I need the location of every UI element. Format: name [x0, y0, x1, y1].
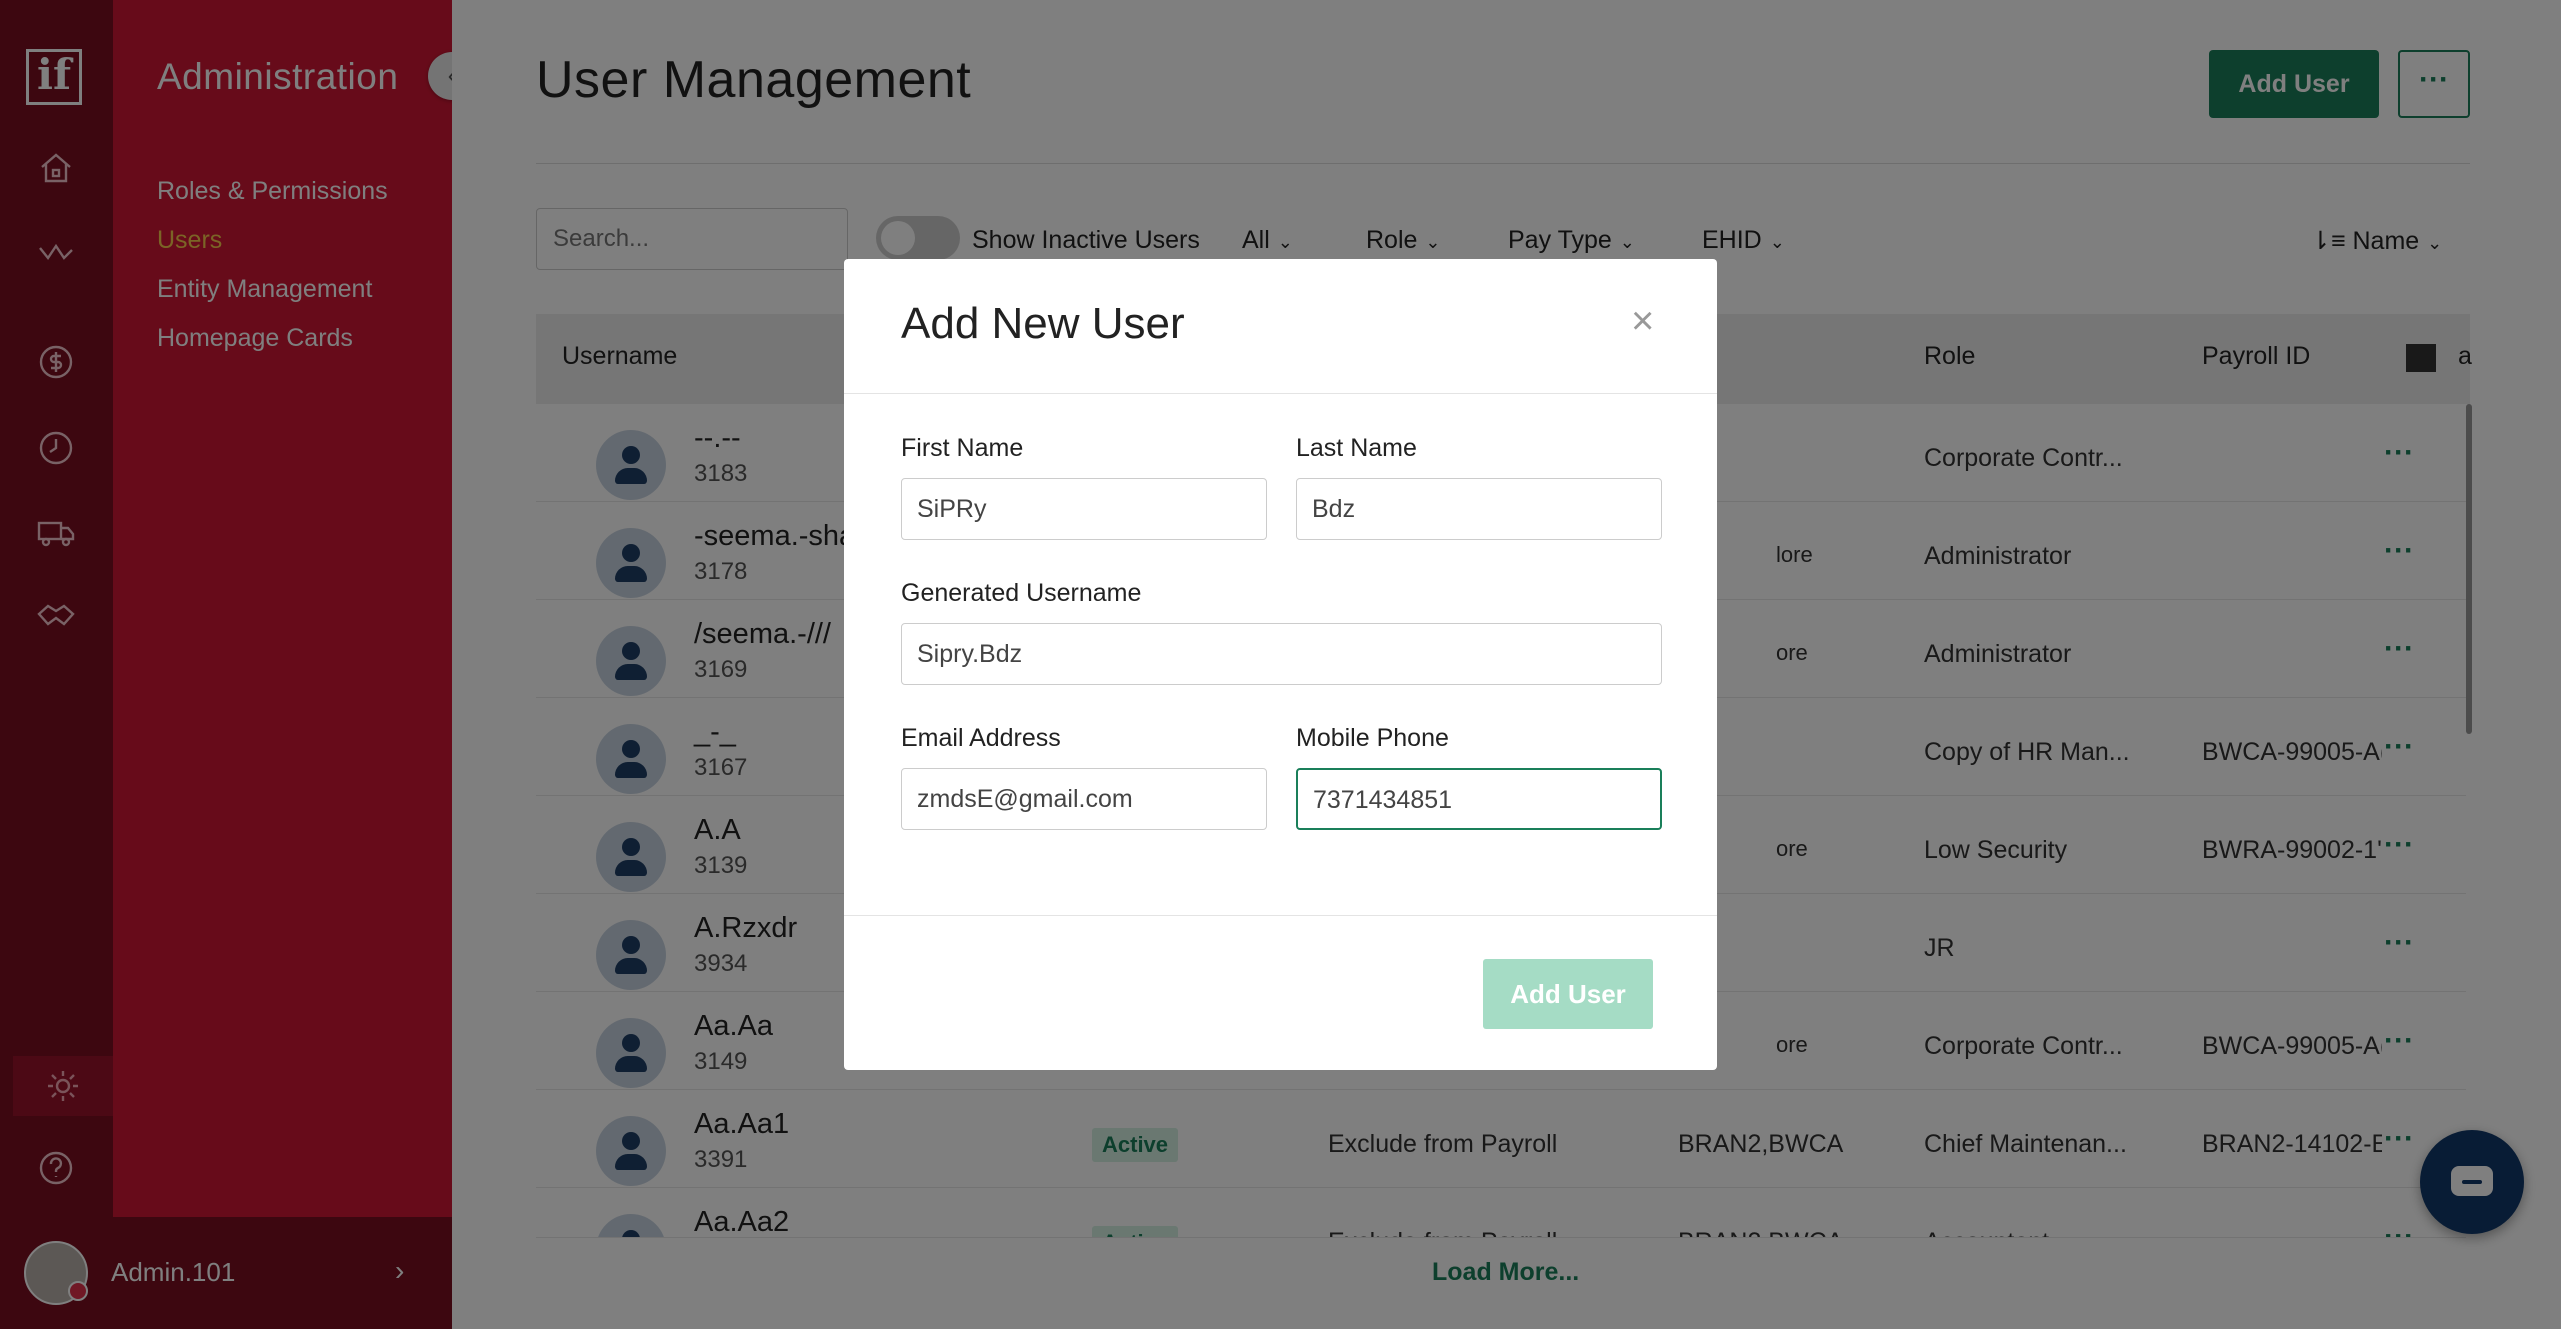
mobile-phone-field[interactable]: 7371434851: [1296, 768, 1662, 830]
email-label: Email Address: [901, 724, 1061, 752]
mobile-phone-label: Mobile Phone: [1296, 724, 1449, 752]
modal-header: Add New User ×: [844, 259, 1717, 394]
first-name-label: First Name: [901, 434, 1024, 462]
last-name-label: Last Name: [1296, 434, 1417, 462]
close-icon[interactable]: ×: [1631, 299, 1654, 344]
username-label: Generated Username: [901, 579, 1142, 607]
add-user-modal: Add New User × First Name SiPRy Last Nam…: [844, 259, 1717, 1070]
first-name-field[interactable]: SiPRy: [901, 478, 1267, 540]
modal-title: Add New User: [901, 299, 1185, 348]
modal-footer-divider: [844, 915, 1717, 916]
add-user-submit-button[interactable]: Add User: [1483, 959, 1653, 1029]
email-field[interactable]: zmdsE@gmail.com: [901, 768, 1267, 830]
last-name-field[interactable]: Bdz: [1296, 478, 1662, 540]
username-field[interactable]: Sipry.Bdz: [901, 623, 1662, 685]
